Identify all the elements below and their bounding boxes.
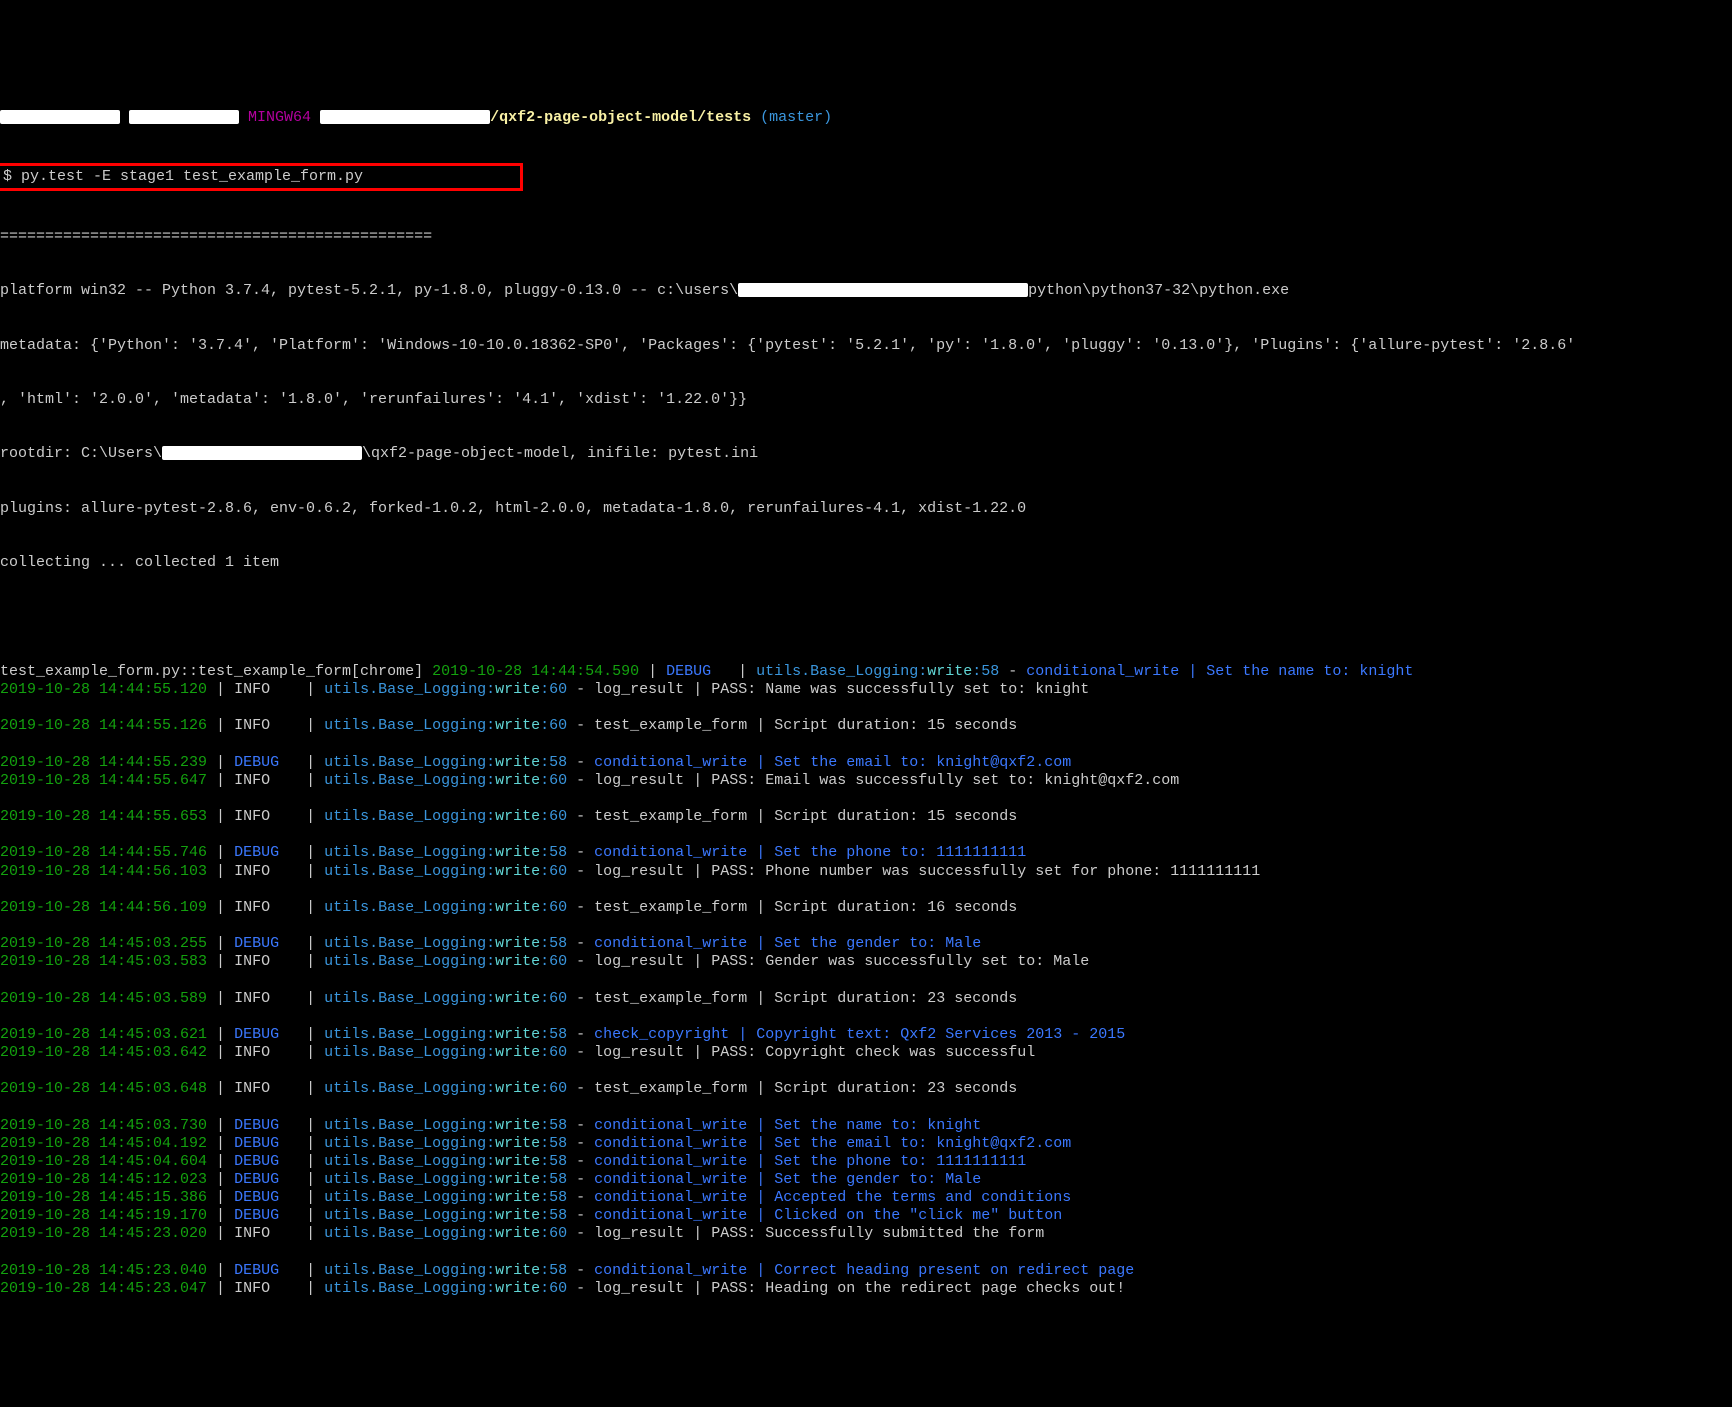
log-line: 2019-10-28 14:44:55.647 | INFO | utils.B… <box>0 772 1732 790</box>
log-line: 2019-10-28 14:45:23.020 | INFO | utils.B… <box>0 1225 1732 1243</box>
log-line: 2019-10-28 14:45:03.730 | DEBUG | utils.… <box>0 1117 1732 1135</box>
log-line: 2019-10-28 14:44:56.103 | INFO | utils.B… <box>0 863 1732 881</box>
plugins-line: plugins: allure-pytest-2.8.6, env-0.6.2,… <box>0 500 1732 518</box>
log-line: 2019-10-28 14:44:56.109 | INFO | utils.B… <box>0 899 1732 917</box>
command-line: $ py.test -E stage1 test_example_form.py <box>0 163 1732 191</box>
log-line: 2019-10-28 14:45:04.192 | DEBUG | utils.… <box>0 1135 1732 1153</box>
log-line: test_example_form.py::test_example_form[… <box>0 663 1732 681</box>
log-line <box>0 1098 1732 1116</box>
blank-line <box>0 609 1732 627</box>
log-line: 2019-10-28 14:44:55.653 | INFO | utils.B… <box>0 808 1732 826</box>
log-line: 2019-10-28 14:45:03.255 | DEBUG | utils.… <box>0 935 1732 953</box>
metadata-line-1: metadata: {'Python': '3.7.4', 'Platform'… <box>0 337 1732 355</box>
metadata-line-2: , 'html': '2.0.0', 'metadata': '1.8.0', … <box>0 391 1732 409</box>
log-line: 2019-10-28 14:45:23.040 | DEBUG | utils.… <box>0 1262 1732 1280</box>
log-line: 2019-10-28 14:44:55.120 | INFO | utils.B… <box>0 681 1732 699</box>
prompt-line: MINGW64 /qxf2-page-object-model/tests (m… <box>0 109 1732 127</box>
log-line: 2019-10-28 14:44:55.239 | DEBUG | utils.… <box>0 754 1732 772</box>
log-line <box>0 881 1732 899</box>
platform-line: platform win32 -- Python 3.7.4, pytest-5… <box>0 282 1732 300</box>
log-line: 2019-10-28 14:45:15.386 | DEBUG | utils.… <box>0 1189 1732 1207</box>
git-branch: (master) <box>760 109 832 126</box>
log-line: 2019-10-28 14:45:04.604 | DEBUG | utils.… <box>0 1153 1732 1171</box>
log-line <box>0 826 1732 844</box>
highlighted-command: $ py.test -E stage1 test_example_form.py <box>0 163 523 191</box>
separator-line: ========================================… <box>0 228 1732 246</box>
log-line <box>0 699 1732 717</box>
log-line: 2019-10-28 14:45:03.589 | INFO | utils.B… <box>0 990 1732 1008</box>
log-line: 2019-10-28 14:45:03.642 | INFO | utils.B… <box>0 1044 1732 1062</box>
log-line <box>0 736 1732 754</box>
log-line <box>0 1244 1732 1262</box>
log-line <box>0 917 1732 935</box>
log-line: 2019-10-28 14:45:23.047 | INFO | utils.B… <box>0 1280 1732 1298</box>
log-line: 2019-10-28 14:45:03.648 | INFO | utils.B… <box>0 1080 1732 1098</box>
log-line: 2019-10-28 14:45:03.583 | INFO | utils.B… <box>0 953 1732 971</box>
collecting-line: collecting ... collected 1 item <box>0 554 1732 572</box>
log-line: 2019-10-28 14:45:12.023 | DEBUG | utils.… <box>0 1171 1732 1189</box>
log-line: 2019-10-28 14:45:19.170 | DEBUG | utils.… <box>0 1207 1732 1225</box>
rootdir-line: rootdir: C:\Users\\qxf2-page-object-mode… <box>0 445 1732 463</box>
log-line <box>0 790 1732 808</box>
terminal-output[interactable]: MINGW64 /qxf2-page-object-model/tests (m… <box>0 73 1732 1317</box>
log-output: test_example_form.py::test_example_form[… <box>0 663 1732 1298</box>
log-line <box>0 971 1732 989</box>
log-line: 2019-10-28 14:45:03.621 | DEBUG | utils.… <box>0 1026 1732 1044</box>
log-line <box>0 1008 1732 1026</box>
cwd-path: /qxf2-page-object-model/tests <box>490 109 751 126</box>
mingw-label: MINGW64 <box>248 109 311 126</box>
log-line <box>0 1062 1732 1080</box>
log-line: 2019-10-28 14:44:55.126 | INFO | utils.B… <box>0 717 1732 735</box>
log-line: 2019-10-28 14:44:55.746 | DEBUG | utils.… <box>0 844 1732 862</box>
